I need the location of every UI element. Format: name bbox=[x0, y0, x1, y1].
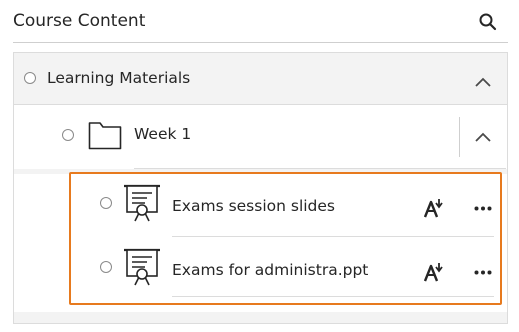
selection-highlight bbox=[69, 172, 502, 305]
learning-materials-status-radio[interactable] bbox=[24, 72, 36, 84]
chevron-up-icon[interactable] bbox=[475, 77, 491, 87]
week-1-status-radio[interactable] bbox=[62, 129, 74, 141]
divider bbox=[134, 168, 506, 169]
panel-footer bbox=[14, 312, 507, 323]
divider bbox=[459, 117, 460, 157]
header-divider bbox=[13, 42, 508, 43]
chevron-up-icon[interactable] bbox=[475, 132, 491, 142]
course-content-header: Course Content bbox=[0, 0, 519, 43]
week-1-row[interactable]: Week 1 bbox=[14, 105, 507, 169]
folder-icon bbox=[88, 122, 122, 150]
search-icon[interactable] bbox=[478, 12, 498, 32]
page-title: Course Content bbox=[13, 11, 146, 31]
learning-materials-row[interactable]: Learning Materials bbox=[14, 53, 507, 105]
learning-materials-label: Learning Materials bbox=[47, 69, 191, 87]
week-1-label: Week 1 bbox=[134, 125, 192, 143]
